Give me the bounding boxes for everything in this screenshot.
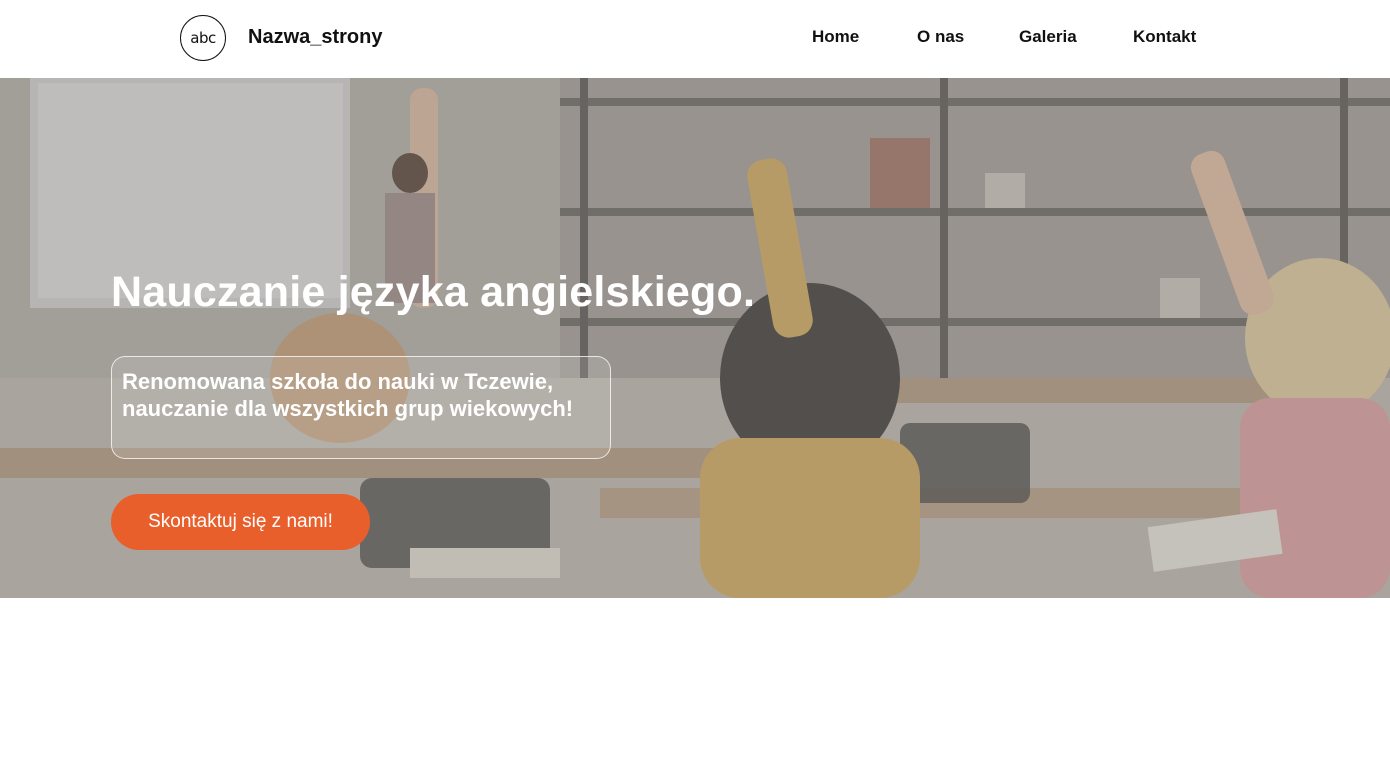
hero-section: Nauczanie języka angielskiego. Renomowan… [0, 78, 1390, 598]
hero-subtitle-box: Renomowana szkoła do nauki w Tczewie, na… [111, 356, 611, 459]
nav-item-home[interactable]: Home [812, 27, 859, 47]
nav-item-contact[interactable]: Kontakt [1133, 27, 1196, 47]
hero-title: Nauczanie języka angielskiego. [111, 268, 756, 316]
nav-item-about[interactable]: O nas [917, 27, 964, 47]
site-header: abc Nazwa_strony Home O nas Galeria Kont… [0, 0, 1390, 78]
hero-subtitle: Renomowana szkoła do nauki w Tczewie, na… [122, 369, 574, 421]
nav-item-gallery[interactable]: Galeria [1019, 27, 1077, 47]
main-nav: Home O nas Galeria Kontakt [0, 27, 1390, 51]
contact-us-button[interactable]: Skontaktuj się z nami! [111, 494, 370, 550]
